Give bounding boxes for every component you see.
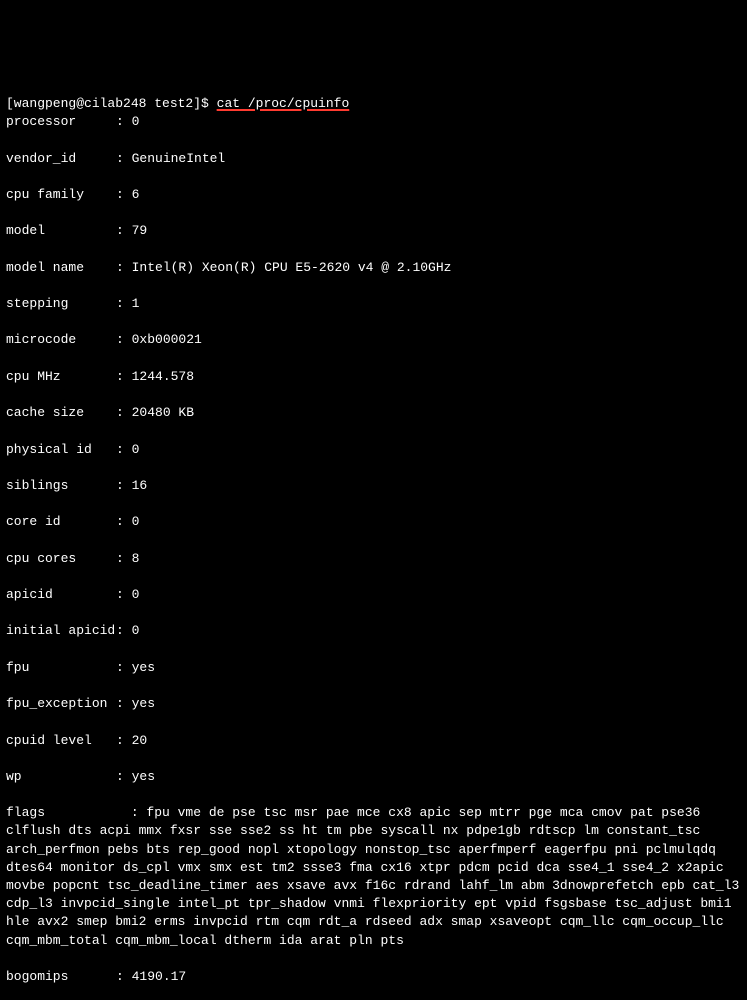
field-val: 6 [132,187,140,202]
field-key: cpu MHz [6,368,116,386]
field-val: 20480 KB [132,405,194,420]
cpuinfo-microcode: microcode: 0xb000021 [6,331,741,349]
colon: : [116,151,132,166]
cpuinfo-core-id: core id: 0 [6,513,741,531]
colon: : [116,260,132,275]
field-key: model name [6,259,116,277]
field-key: fpu_exception [6,695,116,713]
cpuinfo-flags: flags : fpu vme de pse tsc msr pae mce c… [6,804,741,950]
colon: : [116,514,132,529]
colon: : [116,296,132,311]
field-key: initial apicid [6,622,116,640]
field-key: stepping [6,295,116,313]
field-key: microcode [6,331,116,349]
field-val: 0 [132,114,140,129]
field-key: cpu cores [6,550,116,568]
colon: : [116,551,132,566]
field-val: 4190.17 [132,969,187,984]
field-val: 0 [132,514,140,529]
field-key: apicid [6,586,116,604]
cpuinfo-siblings: siblings: 16 [6,477,741,495]
colon: : [116,623,132,638]
field-key: processor [6,113,116,131]
field-val: 1 [132,296,140,311]
shell-prompt: [wangpeng@cilab248 test2]$ [6,96,217,111]
field-key: model [6,222,116,240]
colon: : [116,733,132,748]
field-key: bogomips [6,968,116,986]
cpuinfo-initial-apicid: initial apicid: 0 [6,622,741,640]
field-key: fpu [6,659,116,677]
colon: : [116,332,132,347]
colon: : [116,114,132,129]
colon: : [116,223,132,238]
colon: : [116,696,132,711]
colon: : [116,405,132,420]
field-val: 0 [132,442,140,457]
field-key: core id [6,513,116,531]
colon: : [116,187,132,202]
field-val: 20 [132,733,148,748]
cpuinfo-stepping: stepping: 1 [6,295,741,313]
field-val: 0xb000021 [132,332,202,347]
cpuinfo-cpu-cores: cpu cores: 8 [6,550,741,568]
cpuinfo-cpu-mhz: cpu MHz: 1244.578 [6,368,741,386]
field-key: siblings [6,477,116,495]
cpuinfo-model: model: 79 [6,222,741,240]
cpuinfo-vendor-id: vendor_id: GenuineIntel [6,150,741,168]
cpuinfo-physical-id: physical id: 0 [6,441,741,459]
cpuinfo-processor: processor: 0 [6,113,741,131]
field-val: yes [132,660,155,675]
cpuinfo-fpu: fpu: yes [6,659,741,677]
field-val: yes [132,696,155,711]
cpuinfo-wp: wp: yes [6,768,741,786]
field-key: cpu family [6,186,116,204]
field-val: Intel(R) Xeon(R) CPU E5-2620 v4 @ 2.10GH… [132,260,452,275]
field-key: wp [6,768,116,786]
colon: : [116,969,132,984]
field-val: 79 [132,223,148,238]
field-key: cache size [6,404,116,422]
field-val: 16 [132,478,148,493]
cpuinfo-fpu-exception: fpu_exception: yes [6,695,741,713]
field-val: yes [132,769,155,784]
colon: : [116,587,132,602]
field-key: physical id [6,441,116,459]
colon: : [116,769,132,784]
field-val: 0 [132,623,140,638]
colon: : [116,660,132,675]
cpuinfo-cpu-family: cpu family: 6 [6,186,741,204]
cpuinfo-cpuid-level: cpuid level: 20 [6,732,741,750]
field-key: vendor_id [6,150,116,168]
terminal-output: [wangpeng@cilab248 test2]$ cat /proc/cpu… [6,77,741,1000]
cpuinfo-apicid: apicid: 0 [6,586,741,604]
cpuinfo-bogomips: bogomips: 4190.17 [6,968,741,986]
cpuinfo-model-name: model name: Intel(R) Xeon(R) CPU E5-2620… [6,259,741,277]
colon: : [116,478,132,493]
field-val: 0 [132,587,140,602]
colon: : [116,442,132,457]
shell-command: cat /proc/cpuinfo [217,96,350,111]
colon: : [116,369,132,384]
field-val: GenuineIntel [132,151,226,166]
field-val: 8 [132,551,140,566]
field-key: cpuid level [6,732,116,750]
field-val: 1244.578 [132,369,194,384]
cpuinfo-cache-size: cache size: 20480 KB [6,404,741,422]
